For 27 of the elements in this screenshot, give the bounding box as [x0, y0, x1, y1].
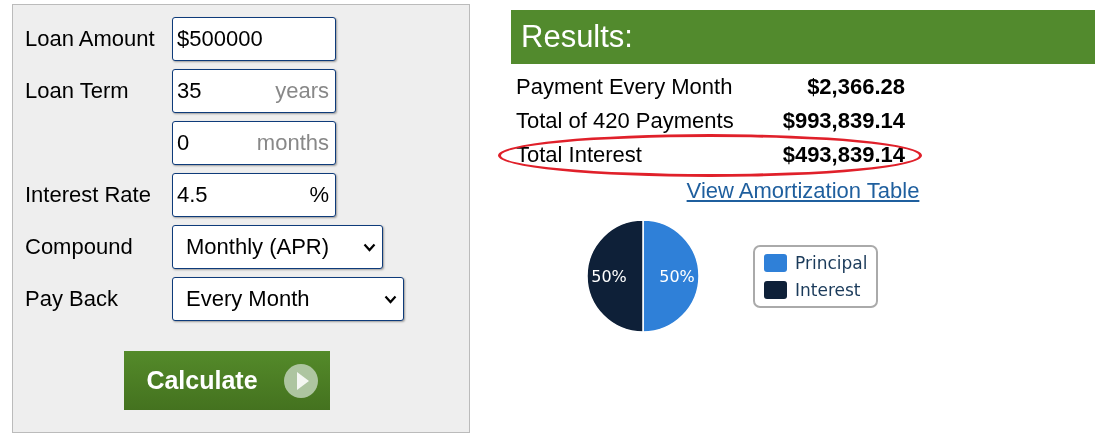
- field-label: Pay Back: [25, 286, 119, 312]
- result-label: Payment Every Month: [516, 74, 734, 100]
- input-field[interactable]: 0 months: [172, 121, 336, 165]
- slice-label: 50%: [659, 267, 695, 286]
- calculate-button[interactable]: Calculate: [124, 351, 330, 410]
- play-icon: [283, 363, 318, 398]
- results-header: Results:: [511, 10, 1095, 64]
- select-field[interactable]: Monthly (APR): [172, 225, 383, 269]
- legend-label: Principal: [795, 252, 868, 273]
- select-field[interactable]: Every Month: [172, 277, 404, 321]
- legend-label: Interest: [795, 279, 861, 300]
- result-value: $993,839.14: [782, 108, 905, 134]
- result-value: $493,839.14: [782, 142, 905, 168]
- result-label: Total Interest: [516, 142, 643, 168]
- chevron-down-icon: [384, 294, 397, 304]
- input-field[interactable]: $500000: [172, 17, 336, 61]
- field-label: Compound: [25, 234, 134, 260]
- amortization-link[interactable]: View Amortization Table: [686, 178, 920, 204]
- input-field[interactable]: 4.5 %: [172, 173, 336, 217]
- slice-label: 50%: [591, 267, 627, 286]
- chevron-down-icon: [363, 242, 376, 252]
- result-label: Total of 420 Payments: [516, 108, 735, 134]
- field-label: Loan Amount: [25, 26, 156, 52]
- field-label: Interest Rate: [25, 182, 152, 208]
- result-value: $2,366.28: [807, 74, 905, 100]
- input-field[interactable]: 35 years: [172, 69, 336, 113]
- field-label: Loan Term: [25, 78, 130, 104]
